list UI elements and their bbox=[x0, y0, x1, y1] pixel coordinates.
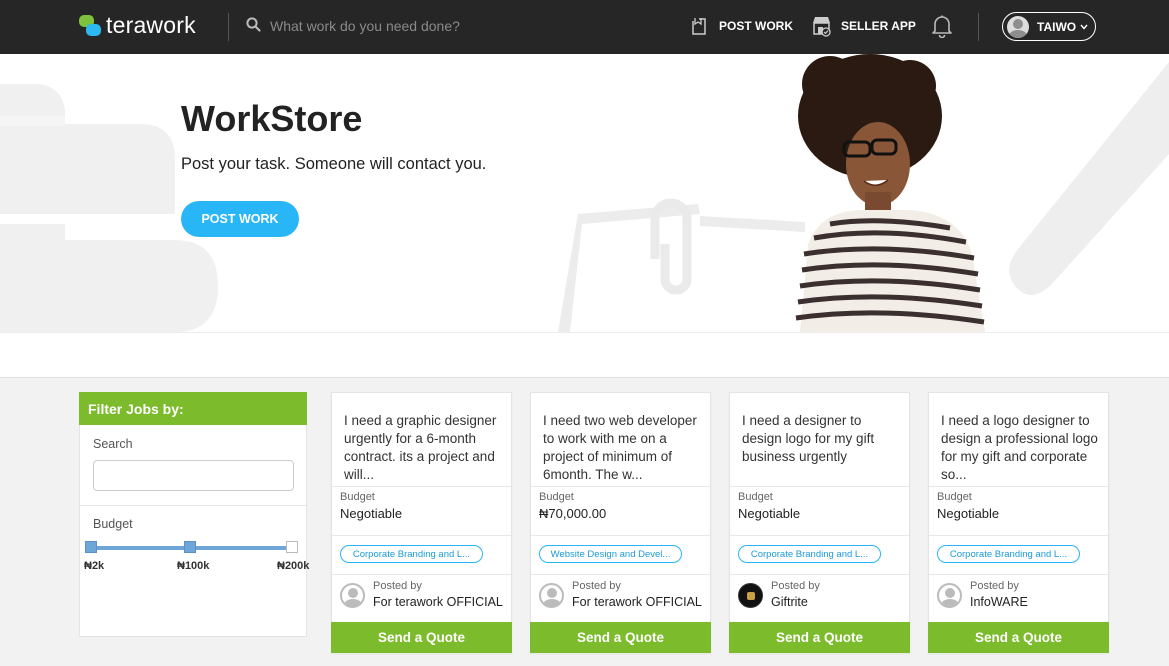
job-card: I need a designer to design logo for my … bbox=[729, 392, 910, 653]
user-name: TAIWO bbox=[1037, 19, 1077, 34]
budget-tick-max: ₦200k bbox=[277, 560, 310, 572]
poster-name[interactable]: InfoWARE bbox=[970, 595, 1028, 609]
hero-subtitle: Post your task. Someone will contact you… bbox=[181, 155, 487, 173]
budget-tick-min: ₦2k bbox=[84, 560, 105, 572]
filter-header: Filter Jobs by: bbox=[79, 392, 307, 425]
nav-divider bbox=[228, 13, 229, 41]
budget-label: Budget bbox=[340, 491, 375, 503]
card-divider bbox=[929, 535, 1108, 536]
category-tag[interactable]: Corporate Branding and L... bbox=[340, 545, 483, 563]
poster-name[interactable]: Giftrite bbox=[771, 595, 808, 609]
category-tag[interactable]: Corporate Branding and L... bbox=[738, 545, 881, 563]
posted-by-label: Posted by bbox=[771, 580, 820, 592]
posted-by-label: Posted by bbox=[970, 580, 1019, 592]
budget-label: Budget bbox=[539, 491, 574, 503]
filter-panel: Filter Jobs by: Search Budget ₦2k ₦100k … bbox=[79, 392, 310, 637]
poster-avatar bbox=[340, 583, 365, 608]
nav-divider bbox=[978, 13, 979, 41]
budget-filter-label: Budget bbox=[93, 517, 133, 531]
card-divider bbox=[332, 486, 511, 487]
search-input[interactable] bbox=[270, 14, 630, 38]
job-description: I need a designer to design logo for my … bbox=[742, 413, 875, 464]
search-filter-label: Search bbox=[93, 437, 133, 451]
budget-slider-max-handle[interactable] bbox=[286, 541, 298, 553]
budget-label: Budget bbox=[937, 491, 972, 503]
poster-name[interactable]: For terawork OFFICIAL bbox=[572, 595, 702, 609]
card-divider bbox=[929, 486, 1108, 487]
section-spacer bbox=[0, 332, 1169, 378]
card-divider bbox=[531, 574, 710, 575]
category-tag[interactable]: Corporate Branding and L... bbox=[937, 545, 1080, 563]
job-description: I need a logo designer to design a profe… bbox=[941, 413, 1098, 482]
document-icon bbox=[692, 18, 706, 35]
poster-avatar bbox=[738, 583, 763, 608]
card-divider bbox=[730, 574, 909, 575]
terawork-logo[interactable]: terawork bbox=[79, 12, 196, 39]
poster-name[interactable]: For terawork OFFICIAL bbox=[373, 595, 503, 609]
card-divider bbox=[332, 574, 511, 575]
post-work-nav-button[interactable]: POST WORK bbox=[690, 14, 793, 38]
budget-slider-mid-handle[interactable] bbox=[184, 541, 196, 553]
budget-value: Negotiable bbox=[738, 506, 801, 521]
store-icon bbox=[813, 17, 831, 37]
notification-bell-icon[interactable] bbox=[931, 14, 953, 38]
filter-divider bbox=[80, 505, 306, 506]
seller-app-nav-button[interactable]: SELLER APP bbox=[811, 14, 916, 38]
search-icon bbox=[246, 17, 261, 32]
card-divider bbox=[730, 486, 909, 487]
posted-by-label: Posted by bbox=[373, 580, 422, 592]
chevron-down-icon bbox=[1080, 24, 1088, 30]
posted-by-label: Posted by bbox=[572, 580, 621, 592]
budget-slider-min-handle[interactable] bbox=[85, 541, 97, 553]
send-quote-button[interactable]: Send a Quote bbox=[530, 622, 711, 653]
job-description: I need a graphic designer urgently for a… bbox=[344, 413, 497, 482]
category-tag[interactable]: Website Design and Devel... bbox=[539, 545, 682, 563]
send-quote-button[interactable]: Send a Quote bbox=[331, 622, 512, 653]
job-card: I need two web developer to work with me… bbox=[530, 392, 711, 653]
seller-app-nav-label: SELLER APP bbox=[841, 19, 916, 33]
job-card: I need a logo designer to design a profe… bbox=[928, 392, 1109, 653]
send-quote-button[interactable]: Send a Quote bbox=[928, 622, 1109, 653]
budget-value: Negotiable bbox=[340, 506, 403, 521]
hero-banner: WorkStore Post your task. Someone will c… bbox=[0, 54, 1169, 332]
user-avatar bbox=[1007, 15, 1029, 38]
filter-search-input[interactable] bbox=[93, 460, 294, 491]
job-card: I need a graphic designer urgently for a… bbox=[331, 392, 512, 653]
job-description: I need two web developer to work with me… bbox=[543, 413, 697, 482]
card-divider bbox=[730, 535, 909, 536]
card-divider bbox=[929, 574, 1108, 575]
budget-label: Budget bbox=[738, 491, 773, 503]
page-title: WorkStore bbox=[181, 98, 363, 139]
top-navbar: terawork POST WORK SELLER APP TAIWO bbox=[0, 0, 1169, 54]
post-work-button[interactable]: POST WORK bbox=[181, 201, 299, 237]
poster-avatar bbox=[937, 583, 962, 608]
budget-value: ₦70,000.00 bbox=[539, 506, 607, 521]
budget-value: Negotiable bbox=[937, 506, 1000, 521]
hero-background-illustration bbox=[0, 62, 1169, 332]
terawork-logo-icon bbox=[79, 13, 103, 39]
hero-woman-illustration bbox=[795, 54, 985, 332]
card-divider bbox=[531, 535, 710, 536]
brand-name: terawork bbox=[106, 12, 196, 38]
budget-tick-mid: ₦100k bbox=[177, 560, 210, 572]
post-work-nav-label: POST WORK bbox=[719, 19, 793, 33]
user-menu-button[interactable]: TAIWO bbox=[1002, 12, 1096, 41]
card-divider bbox=[531, 486, 710, 487]
poster-avatar bbox=[539, 583, 564, 608]
card-divider bbox=[332, 535, 511, 536]
send-quote-button[interactable]: Send a Quote bbox=[729, 622, 910, 653]
